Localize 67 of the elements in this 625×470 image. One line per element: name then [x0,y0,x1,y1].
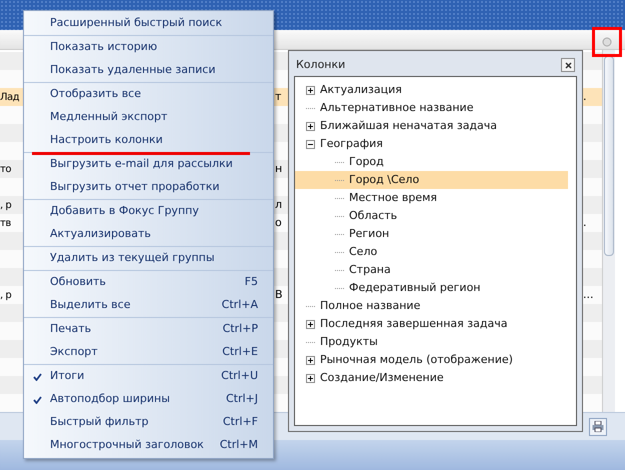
menu-item[interactable]: Быстрый фильтр Ctrl+F [24,411,273,434]
table-cell: тв [0,218,11,229]
tree-item[interactable]: Альтернативное название [295,99,568,117]
tree-item-label: Село [349,244,378,260]
menu-item[interactable]: Настроить колонки [24,129,273,152]
menu-item[interactable]: Медленный экспорт [24,106,273,129]
tree-item[interactable]: Полное название [295,297,568,315]
menu-item[interactable]: Выгрузить e-mail для рассылки [24,153,273,176]
menu-item[interactable]: Экспорт Ctrl+E [24,341,273,364]
tree-item[interactable]: Создание/Изменение [295,369,568,387]
menu-item[interactable]: Показать удаленные записи [24,59,273,82]
tree-item-label: Актуализация [320,82,402,98]
table-cell: т [275,90,282,103]
table-cell: , р [0,200,12,211]
tree-item-label: Полное название [320,298,420,314]
dialog-title: Колонки [296,56,346,73]
tree-item-label: География [320,136,383,152]
tree-item-label: Федеративный регион [349,280,480,296]
menu-item[interactable]: Выгрузить отчет проработки [24,176,273,199]
tree-item[interactable]: Город \Село [295,171,568,189]
menu-item[interactable]: Расширенный быстрый поиск [24,12,273,35]
tree-item[interactable]: Актуализация [295,81,568,99]
tree-item[interactable]: Город [295,153,568,171]
tree-item[interactable]: Село [295,243,568,261]
menu-item[interactable]: Итоги Ctrl+U [24,365,273,388]
tree-item-label: Последняя завершенная задача [320,316,508,332]
table-cell: л [275,198,282,211]
menu-item[interactable]: Актуализировать [24,223,273,246]
tree-item-label: Местное время [349,190,438,206]
menu-item[interactable]: Удалить из текущей группы [24,247,273,270]
table-cell: н [275,162,282,175]
tree-item-label: Страна [349,262,391,278]
table-cell: о [275,216,282,229]
menu-item[interactable]: Отобразить все [24,83,273,106]
tree-item[interactable]: Рыночная модель (отображение) [295,351,568,369]
menu-item[interactable]: Добавить в Фокус Группу [24,200,273,223]
tree-item-label: Альтернативное название [320,100,474,116]
tree-item[interactable]: Страна [295,261,568,279]
tree-item-label: Область [349,208,398,224]
table-cell: Лад [0,92,20,103]
tree-item[interactable]: Последняя завершенная задача [295,315,568,333]
menu-item[interactable]: Автоподбор ширины Ctrl+J [24,388,273,411]
menu-item[interactable]: Обновить F5 [24,271,273,294]
tree-item-label: Рыночная модель (отображение) [320,352,513,368]
table-cell: ... [583,288,594,301]
tree-item-label: Создание/Изменение [320,370,444,386]
tree-item[interactable]: Область [295,207,568,225]
tree-item[interactable]: Продукты [295,333,568,351]
menu-item[interactable]: Печать Ctrl+P [24,318,273,341]
tree-item[interactable]: География [295,135,568,153]
menu-item[interactable]: Выделить все Ctrl+A [24,294,273,317]
tree-item-label: Ближайшая неначатая задача [320,118,498,134]
tree-item-label: Город [349,154,384,170]
menu-item[interactable]: Многострочный заголовок Ctrl+M [24,434,273,457]
tree-item[interactable]: Регион [295,225,568,243]
tree-item-label: Город \Село [349,172,420,188]
menu-item[interactable]: Показать историю [24,36,273,59]
table-cell: , р [0,290,12,301]
tree-item[interactable]: Местное время [295,189,568,207]
tree-item[interactable]: Ближайшая неначатая задача [295,117,568,135]
table-cell: В [275,288,283,301]
tree-item-label: Продукты [320,334,378,350]
table-cell: то [0,164,11,175]
tree-item[interactable]: Федеративный регион [295,279,568,297]
table-cell: . [583,90,586,103]
table-cell: . [583,216,586,229]
tree-item-label: Регион [349,226,390,242]
